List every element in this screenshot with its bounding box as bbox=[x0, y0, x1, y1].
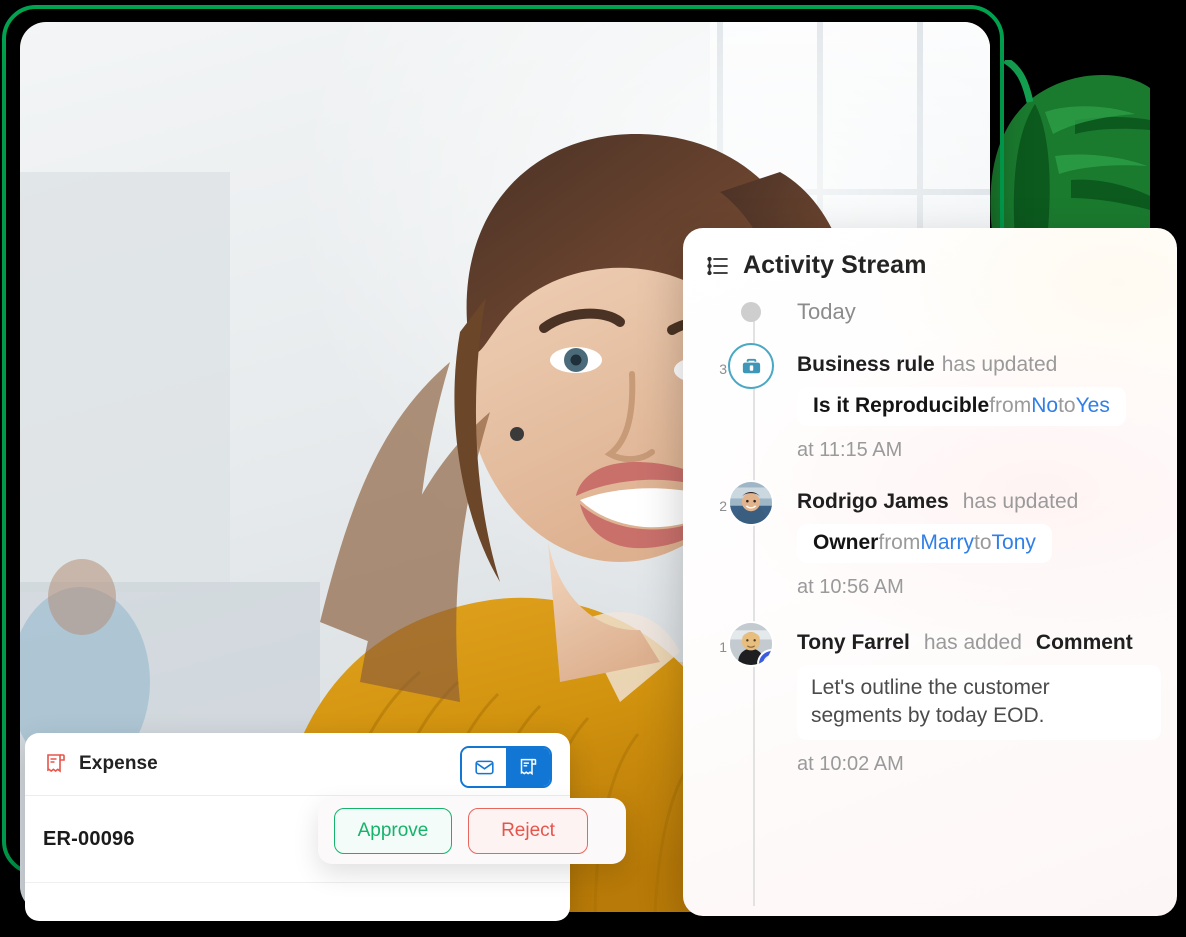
entry-marker bbox=[727, 621, 775, 667]
entry-content: Business rule has updated Is it Reproduci… bbox=[775, 343, 1177, 462]
expense-view-toggle[interactable] bbox=[460, 746, 552, 788]
entry-change: OwnerfromMarrytoTony bbox=[797, 524, 1052, 563]
entry-headline: Tony Farrel has added Comment bbox=[797, 621, 1177, 655]
expense-record-id: ER-00096 bbox=[43, 827, 135, 850]
avatar[interactable] bbox=[728, 621, 774, 667]
entry-time: at 10:02 AM bbox=[797, 753, 904, 776]
activity-timeline: Today 3 Business rule has updated Is it … bbox=[683, 280, 1177, 906]
entry-change: Is it ReproduciblefromNotoYes bbox=[797, 387, 1126, 426]
activity-entry[interactable]: 1 Tony Farrel has added Comment Let's ou… bbox=[683, 621, 1177, 776]
entry-content: Rodrigo James has updated OwnerfromMarryt… bbox=[775, 480, 1177, 599]
entry-index: 2 bbox=[719, 498, 727, 514]
entry-headline: Rodrigo James has updated bbox=[797, 480, 1177, 514]
entry-actor[interactable]: Tony Farrel bbox=[797, 631, 910, 654]
entry-comment-text: Let's outline the customer segments by t… bbox=[797, 665, 1161, 741]
entry-action: has updated bbox=[962, 490, 1079, 513]
activity-stream-panel: Activity Stream Today 3 Business rule ha… bbox=[683, 228, 1177, 916]
comment-badge-icon bbox=[757, 649, 772, 665]
avatar[interactable] bbox=[728, 480, 774, 526]
change-to-value[interactable]: Yes bbox=[1076, 394, 1110, 417]
activity-entry[interactable]: 3 Business rule has updated Is it Reprod… bbox=[683, 343, 1177, 462]
entry-actor[interactable]: Rodrigo James bbox=[797, 490, 949, 513]
entry-index: 1 bbox=[719, 639, 727, 655]
receipt-view-icon[interactable] bbox=[506, 748, 550, 786]
change-field: Is it Reproducible bbox=[813, 394, 990, 417]
activity-entry[interactable]: 2 Rodrigo James has updated OwnerfromMar… bbox=[683, 480, 1177, 599]
entry-action: has added bbox=[923, 631, 1022, 654]
timeline-day-header: Today bbox=[683, 294, 1177, 329]
entry-headline: Business rule has updated bbox=[797, 343, 1177, 377]
change-from-value[interactable]: Marry bbox=[920, 531, 974, 554]
entry-index: 3 bbox=[719, 361, 727, 377]
screenshot-root: Expense ER-00096 Approve Reject Activity… bbox=[0, 0, 1186, 937]
briefcase-icon bbox=[728, 343, 774, 389]
change-from-label: from bbox=[878, 531, 921, 554]
entry-action: has updated bbox=[941, 353, 1058, 376]
activity-stream-title: Activity Stream bbox=[743, 251, 927, 279]
receipt-icon bbox=[43, 751, 69, 777]
entry-actor: Business rule bbox=[797, 353, 935, 376]
entry-marker bbox=[727, 480, 775, 526]
envelope-icon[interactable] bbox=[462, 748, 506, 786]
entry-time: at 11:15 AM bbox=[797, 439, 903, 461]
change-from-value[interactable]: No bbox=[1031, 394, 1058, 417]
change-field: Owner bbox=[813, 531, 879, 554]
entry-content: Tony Farrel has added Comment Let's outlin… bbox=[775, 621, 1177, 776]
change-to-label: to bbox=[974, 531, 992, 554]
today-dot-icon bbox=[727, 294, 775, 322]
day-label: Today bbox=[797, 299, 856, 324]
change-to-value[interactable]: Tony bbox=[992, 531, 1036, 554]
reject-button[interactable]: Reject bbox=[468, 808, 588, 854]
entry-object: Comment bbox=[1035, 631, 1133, 654]
activity-list-icon bbox=[705, 253, 731, 279]
approve-button[interactable]: Approve bbox=[334, 808, 452, 854]
activity-stream-header: Activity Stream bbox=[683, 228, 1177, 280]
approval-action-bar: Approve Reject bbox=[318, 798, 626, 864]
change-to-label: to bbox=[1058, 394, 1076, 417]
change-from-label: from bbox=[989, 394, 1032, 417]
timeline-index-spacer bbox=[705, 294, 727, 312]
entry-time: at 10:56 AM bbox=[797, 576, 904, 598]
expense-card-header: Expense bbox=[25, 733, 570, 796]
entry-marker bbox=[727, 343, 775, 389]
expense-card-title: Expense bbox=[79, 753, 158, 774]
